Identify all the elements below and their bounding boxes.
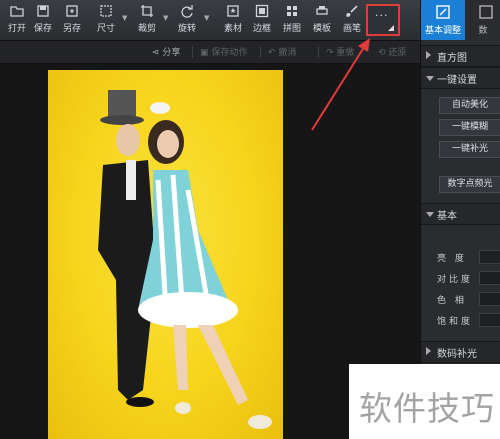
size-dropdown-icon[interactable]: ▼ bbox=[122, 14, 127, 22]
divider bbox=[192, 46, 193, 58]
resize-icon bbox=[100, 5, 112, 17]
hat-brim bbox=[100, 115, 144, 125]
tab-basic-label: 基本调整 bbox=[424, 26, 461, 36]
folder-icon bbox=[10, 6, 24, 17]
section-one-click[interactable]: 一键设置 bbox=[421, 67, 500, 89]
auto-beautify-button[interactable]: 自动美化 bbox=[439, 97, 500, 114]
chevron-down-icon bbox=[426, 76, 434, 81]
chevron-down-icon bbox=[426, 212, 434, 217]
crop-button[interactable]: 裁剪 bbox=[130, 4, 164, 36]
crop-icon bbox=[141, 5, 153, 17]
more-dots-icon: ··· bbox=[375, 9, 389, 22]
petticoat bbox=[138, 292, 238, 328]
crop-dropdown-icon[interactable]: ▼ bbox=[163, 14, 168, 22]
edit-icon bbox=[436, 5, 450, 19]
share-label: 分享 bbox=[162, 48, 181, 58]
basic-label: 基本 bbox=[437, 211, 457, 222]
section-digital-compensate[interactable]: 数码补光 bbox=[421, 341, 500, 363]
tab-second-icon bbox=[479, 5, 493, 19]
watermark-text: 软件技巧 bbox=[359, 389, 495, 428]
undo-icon: ↶ bbox=[268, 48, 279, 58]
save-action-icon: ▣ bbox=[200, 48, 212, 58]
man-face bbox=[116, 124, 140, 156]
share-button[interactable]: ⋖ 分享 bbox=[152, 45, 180, 58]
hue-label: 色 相 bbox=[437, 296, 467, 306]
rotate-button[interactable]: 旋转 bbox=[170, 4, 204, 36]
wedding-photo bbox=[48, 70, 283, 439]
save-icon bbox=[37, 5, 49, 17]
woman-legs bbox=[173, 325, 248, 405]
expand-corner-icon bbox=[388, 25, 394, 31]
woman-shoe-right bbox=[248, 415, 272, 429]
saturation-label: 饱和度 bbox=[437, 317, 474, 327]
section-basic[interactable]: 基本 bbox=[421, 203, 500, 225]
annotation-arrow bbox=[311, 38, 370, 131]
digital-fill-button[interactable]: 数字点频光 bbox=[439, 176, 500, 193]
save-as-label: 另存 bbox=[62, 24, 81, 34]
sticker-icon bbox=[227, 5, 239, 17]
size-label: 尺寸 bbox=[96, 24, 115, 34]
border-label: 边框 bbox=[252, 24, 271, 34]
size-button[interactable]: 尺寸 bbox=[89, 4, 123, 36]
histogram-label: 直方图 bbox=[437, 53, 467, 64]
save-as-icon bbox=[66, 5, 78, 17]
contrast-slider[interactable] bbox=[479, 271, 500, 285]
contrast-label: 对比度 bbox=[437, 275, 474, 285]
brightness-label: 亮 度 bbox=[437, 254, 467, 264]
brush-icon bbox=[346, 5, 358, 17]
man-shirt bbox=[126, 160, 136, 200]
divider bbox=[260, 46, 261, 58]
chevron-right-icon bbox=[426, 347, 431, 355]
restore-button[interactable]: ⟲ 还原 bbox=[378, 45, 406, 58]
rotate-icon bbox=[181, 5, 193, 18]
printer-icon bbox=[316, 6, 328, 15]
saturation-slider[interactable] bbox=[479, 313, 500, 327]
brightness-slider[interactable] bbox=[479, 250, 500, 264]
chevron-right-icon bbox=[426, 51, 431, 59]
rotate-label: 旋转 bbox=[177, 24, 196, 34]
one-click-label: 一键设置 bbox=[437, 75, 477, 86]
grid-icon bbox=[287, 6, 297, 16]
border-button[interactable]: 边框 bbox=[245, 4, 279, 36]
save-as-button[interactable]: 另存 bbox=[55, 4, 89, 36]
watermark-box: 软件技巧 bbox=[349, 364, 500, 439]
save-action-button[interactable]: ▣ 保存动作 bbox=[200, 45, 247, 58]
crown-prop bbox=[150, 102, 170, 114]
rotate-dropdown-icon[interactable]: ▼ bbox=[204, 14, 209, 22]
woman-shoe-left bbox=[175, 402, 191, 414]
one-click-blur-button[interactable]: 一键模糊 bbox=[439, 119, 500, 136]
restore-label: 还原 bbox=[388, 48, 407, 58]
hue-slider[interactable] bbox=[479, 292, 500, 306]
section-histogram[interactable]: 直方图 bbox=[421, 45, 500, 67]
woman-face bbox=[157, 130, 179, 158]
one-click-fill-button[interactable]: 一键补光 bbox=[439, 141, 500, 158]
tab-second[interactable]: 数 bbox=[465, 0, 500, 40]
frame-icon bbox=[255, 4, 269, 18]
digital-compensate-label: 数码补光 bbox=[437, 349, 477, 360]
save-action-label: 保存动作 bbox=[211, 48, 248, 58]
undo-label: 撤消 bbox=[278, 48, 297, 58]
crop-label: 裁剪 bbox=[137, 24, 156, 34]
share-icon: ⋖ bbox=[152, 48, 163, 58]
tab-second-label: 数 bbox=[478, 26, 488, 36]
man-shoes bbox=[126, 397, 154, 407]
undo-button[interactable]: ↶ 撤消 bbox=[268, 45, 296, 58]
photo-illustration bbox=[98, 90, 272, 429]
tab-basic-adjust[interactable]: 基本调整 bbox=[421, 0, 465, 40]
